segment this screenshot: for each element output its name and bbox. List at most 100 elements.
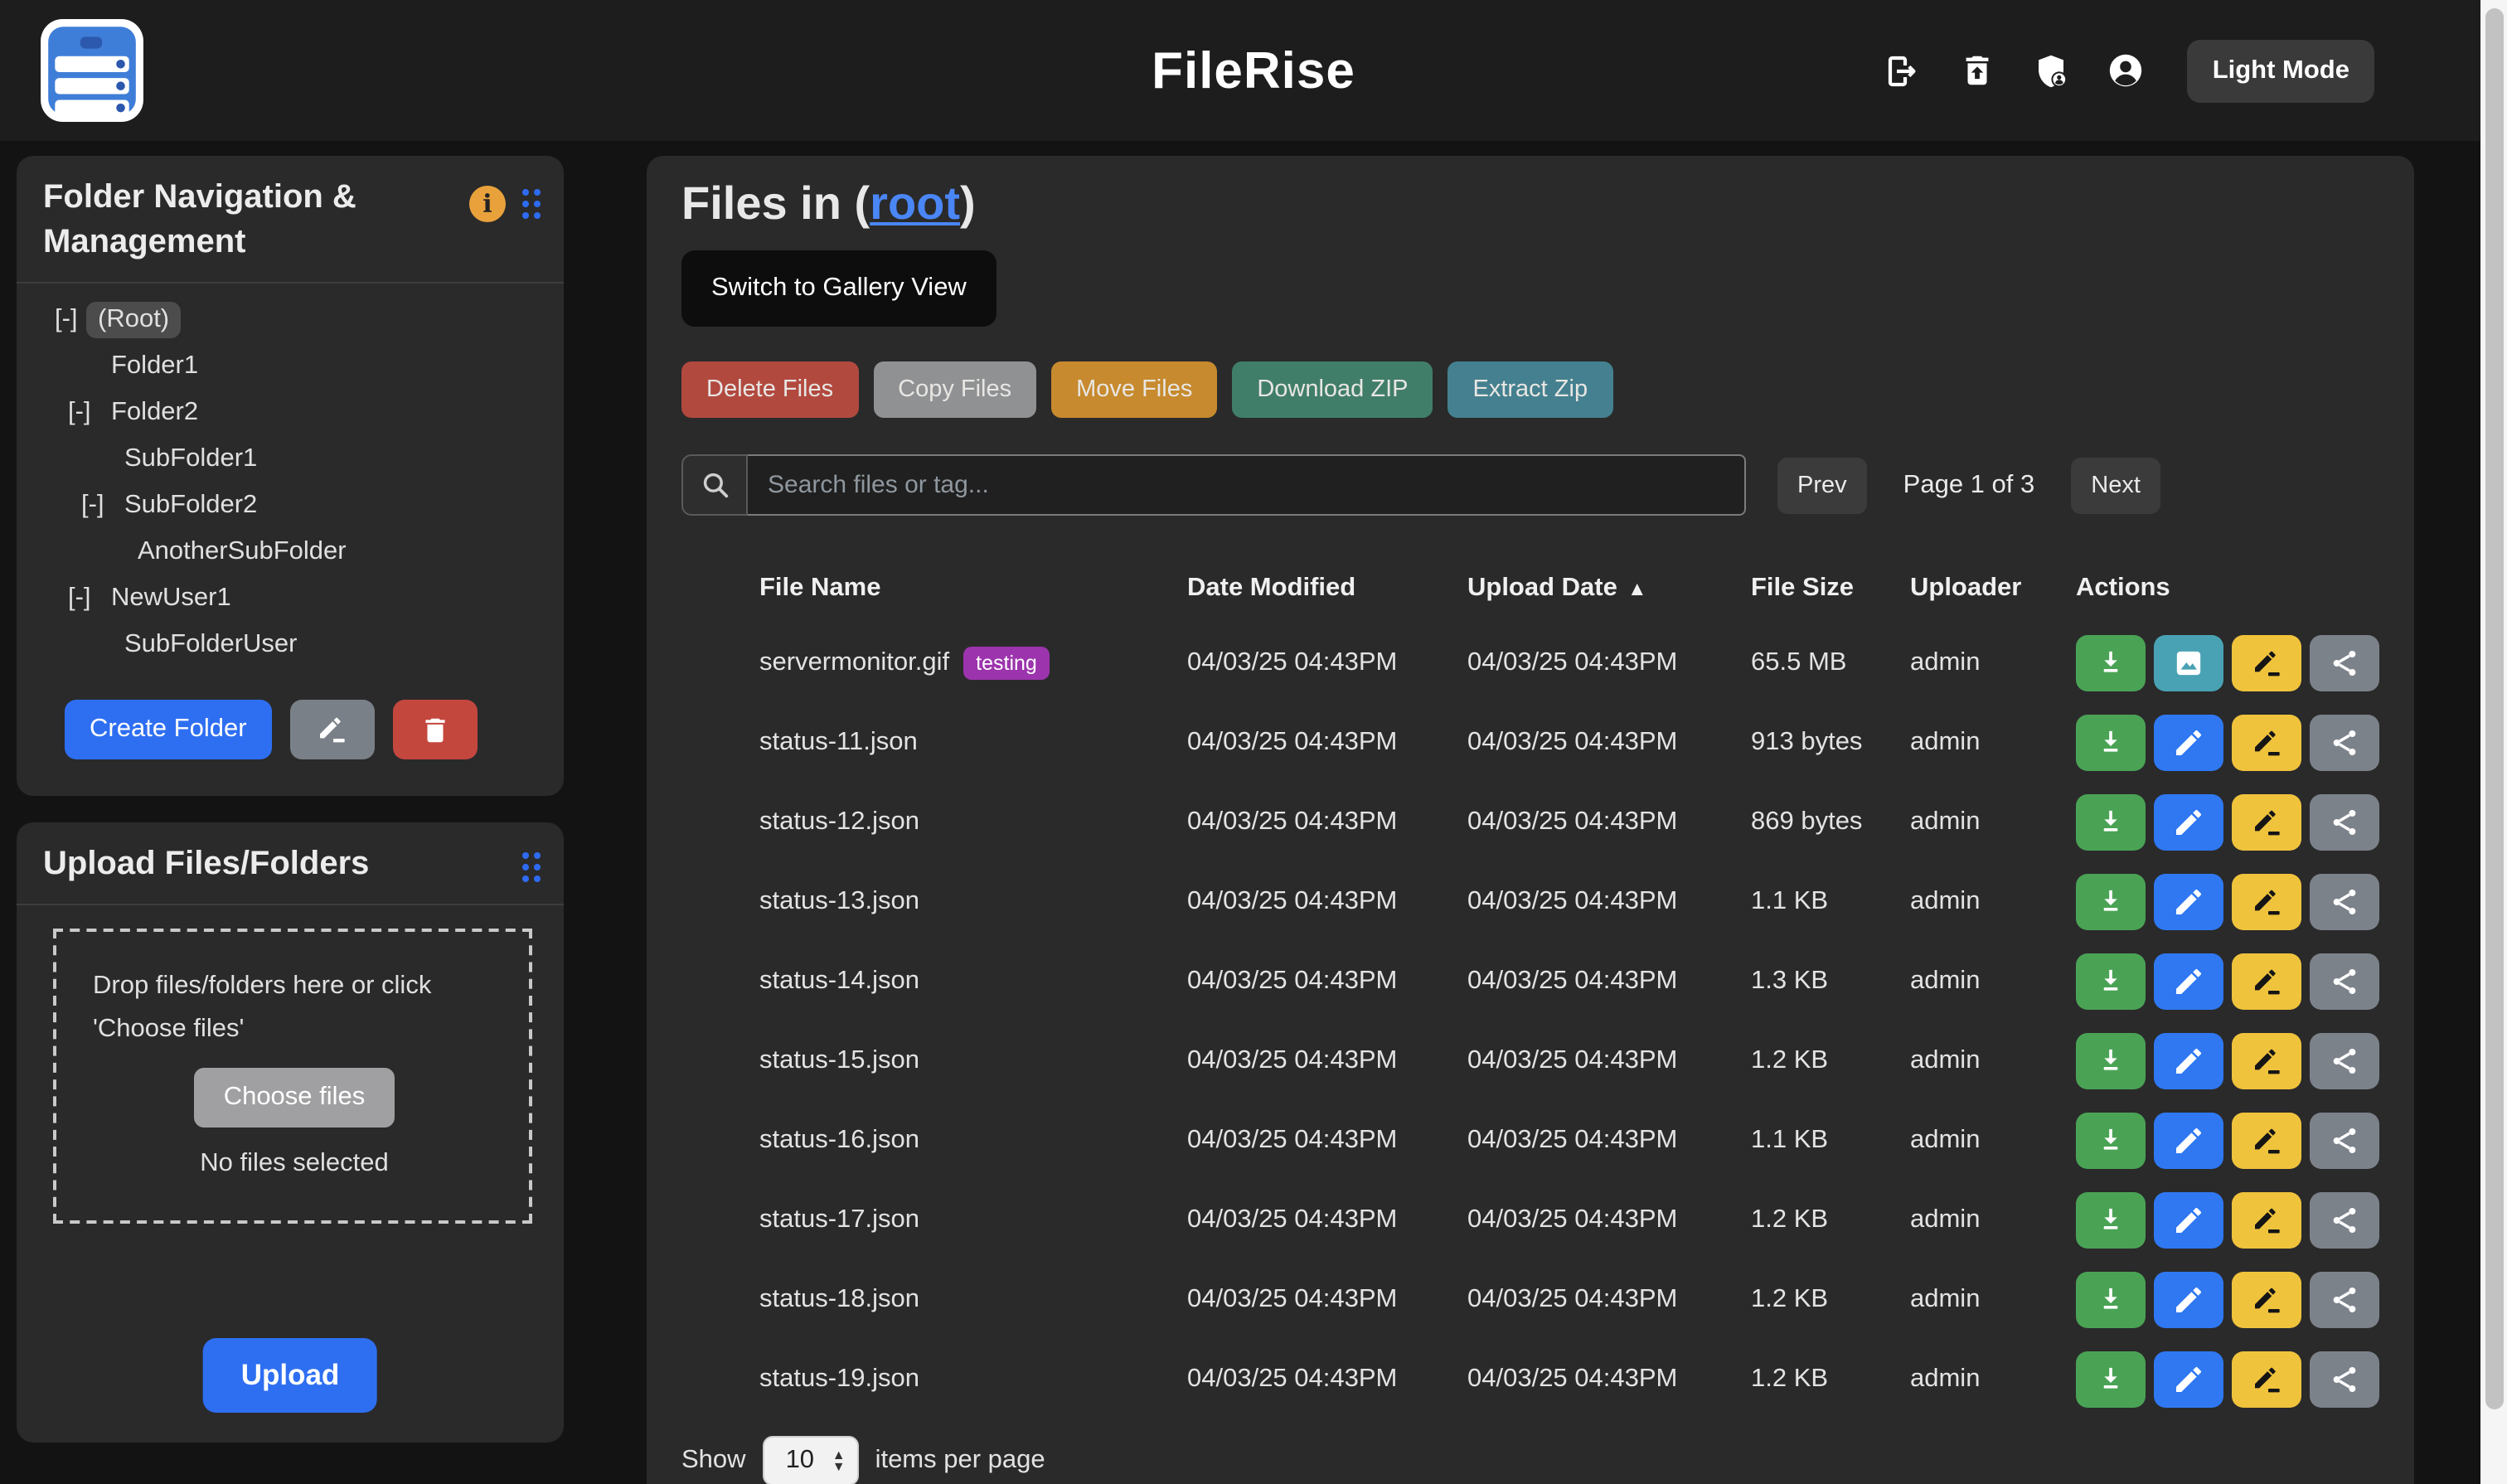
share-button[interactable] — [2310, 1192, 2379, 1249]
rename-folder-button[interactable] — [290, 700, 375, 759]
share-button[interactable] — [2310, 1113, 2379, 1169]
file-name[interactable]: servermonitor.gif — [759, 648, 949, 678]
tree-label[interactable]: NewUser1 — [99, 580, 243, 617]
tree-toggle[interactable]: [-] — [81, 491, 113, 521]
download-button[interactable] — [2076, 794, 2146, 851]
admin-settings-icon[interactable] — [2032, 51, 2072, 90]
edit-button[interactable] — [2154, 794, 2223, 851]
tree-item-anothersubfolder[interactable]: AnotherSubFolder — [43, 529, 547, 575]
tree-item-folder1[interactable]: Folder1 — [43, 343, 547, 390]
rename-button[interactable] — [2232, 1113, 2301, 1169]
choose-files-button[interactable]: Choose files — [194, 1068, 395, 1128]
share-button[interactable] — [2310, 1351, 2379, 1408]
rename-button[interactable] — [2232, 1033, 2301, 1089]
file-dropzone[interactable]: Drop files/folders here or click 'Choose… — [53, 929, 532, 1224]
account-icon[interactable] — [2107, 51, 2146, 90]
share-button[interactable] — [2310, 1272, 2379, 1328]
tree-label[interactable]: Folder2 — [99, 395, 210, 431]
tree-item-root[interactable]: [-] (Root) — [43, 297, 547, 343]
file-name[interactable]: status-13.json — [759, 887, 919, 917]
tree-label[interactable]: (Root) — [86, 302, 181, 338]
rename-button[interactable] — [2232, 1192, 2301, 1249]
share-button[interactable] — [2310, 715, 2379, 771]
root-folder-link[interactable]: root — [870, 177, 960, 229]
scrollbar-thumb[interactable] — [2485, 8, 2503, 1409]
delete-files-button[interactable]: Delete Files — [681, 361, 858, 418]
file-name[interactable]: status-12.json — [759, 807, 919, 837]
restore-trash-icon[interactable] — [1957, 51, 1997, 90]
items-per-page-select[interactable]: 10▲▼ — [763, 1436, 859, 1484]
col-uploader[interactable]: Uploader — [1910, 574, 2076, 604]
delete-folder-button[interactable] — [393, 700, 478, 759]
download-button[interactable] — [2076, 1033, 2146, 1089]
edit-button[interactable] — [2154, 1033, 2223, 1089]
tree-toggle[interactable]: [-] — [55, 305, 86, 335]
tree-label[interactable]: SubFolderUser — [113, 627, 309, 663]
rename-button[interactable] — [2232, 1272, 2301, 1328]
download-zip-button[interactable]: Download ZIP — [1232, 361, 1433, 418]
tree-toggle[interactable]: [-] — [68, 398, 99, 428]
tree-item-subfolder1[interactable]: SubFolder1 — [43, 436, 547, 483]
share-button[interactable] — [2310, 794, 2379, 851]
drag-handle-icon[interactable] — [522, 189, 541, 219]
tree-label[interactable]: SubFolder2 — [113, 487, 269, 524]
tree-item-subfolder2[interactable]: [-] SubFolder2 — [43, 483, 547, 529]
download-button[interactable] — [2076, 1351, 2146, 1408]
edit-button[interactable] — [2154, 953, 2223, 1010]
move-files-button[interactable]: Move Files — [1051, 361, 1217, 418]
edit-button[interactable] — [2154, 1351, 2223, 1408]
tree-label[interactable]: SubFolder1 — [113, 441, 269, 478]
file-name[interactable]: status-15.json — [759, 1046, 919, 1076]
download-button[interactable] — [2076, 635, 2146, 691]
share-button[interactable] — [2310, 1033, 2379, 1089]
switch-gallery-view-button[interactable]: Switch to Gallery View — [681, 250, 996, 327]
info-icon[interactable]: i — [469, 186, 506, 222]
file-name[interactable]: status-18.json — [759, 1285, 919, 1315]
share-button[interactable] — [2310, 874, 2379, 930]
logout-icon[interactable] — [1883, 51, 1923, 90]
page-scrollbar[interactable] — [2480, 0, 2507, 1484]
share-button[interactable] — [2310, 953, 2379, 1010]
edit-button[interactable] — [2154, 715, 2223, 771]
file-name[interactable]: status-19.json — [759, 1365, 919, 1394]
next-page-button[interactable]: Next — [2071, 457, 2160, 513]
drag-handle-icon[interactable] — [522, 852, 541, 882]
download-button[interactable] — [2076, 874, 2146, 930]
search-input[interactable] — [748, 454, 1746, 516]
light-mode-button[interactable]: Light Mode — [2188, 39, 2374, 102]
rename-button[interactable] — [2232, 715, 2301, 771]
edit-button[interactable] — [2154, 874, 2223, 930]
col-file-size[interactable]: File Size — [1751, 574, 1910, 604]
prev-page-button[interactable]: Prev — [1777, 457, 1867, 513]
copy-files-button[interactable]: Copy Files — [873, 361, 1036, 418]
upload-button[interactable]: Upload — [203, 1338, 378, 1413]
rename-button[interactable] — [2232, 1351, 2301, 1408]
tree-item-newuser1[interactable]: [-] NewUser1 — [43, 575, 547, 622]
edit-button[interactable] — [2154, 1192, 2223, 1249]
file-name[interactable]: status-16.json — [759, 1126, 919, 1156]
rename-button[interactable] — [2232, 953, 2301, 1010]
share-button[interactable] — [2310, 635, 2379, 691]
file-name[interactable]: status-17.json — [759, 1205, 919, 1235]
col-file-name[interactable]: File Name — [759, 574, 1187, 604]
download-button[interactable] — [2076, 1192, 2146, 1249]
preview-button[interactable] — [2154, 635, 2223, 691]
rename-button[interactable] — [2232, 874, 2301, 930]
tree-toggle[interactable]: [-] — [68, 584, 99, 613]
col-date-modified[interactable]: Date Modified — [1187, 574, 1467, 604]
edit-button[interactable] — [2154, 1113, 2223, 1169]
download-button[interactable] — [2076, 953, 2146, 1010]
rename-button[interactable] — [2232, 635, 2301, 691]
file-name[interactable]: status-11.json — [759, 728, 918, 758]
tree-label[interactable]: Folder1 — [99, 348, 210, 385]
create-folder-button[interactable]: Create Folder — [65, 700, 272, 759]
tree-item-folder2[interactable]: [-] Folder2 — [43, 390, 547, 436]
tree-item-subfolderuser[interactable]: SubFolderUser — [43, 622, 547, 668]
edit-button[interactable] — [2154, 1272, 2223, 1328]
download-button[interactable] — [2076, 1113, 2146, 1169]
extract-zip-button[interactable]: Extract Zip — [1448, 361, 1613, 418]
col-upload-date[interactable]: Upload Date▲ — [1467, 574, 1751, 604]
tree-label[interactable]: AnotherSubFolder — [126, 534, 358, 570]
download-button[interactable] — [2076, 715, 2146, 771]
file-name[interactable]: status-14.json — [759, 967, 919, 997]
